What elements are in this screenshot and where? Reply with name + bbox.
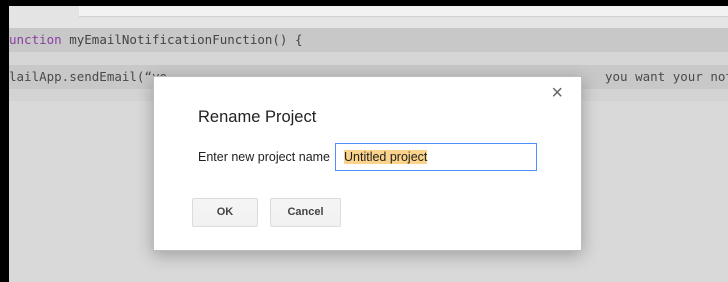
script-editor-window: unction myEmailNotificationFunction() { … [9, 6, 728, 282]
code-keyword: unction [9, 32, 62, 47]
close-icon[interactable]: × [551, 83, 563, 103]
ok-button[interactable]: OK [192, 198, 258, 227]
project-name-label: Enter new project name [198, 150, 331, 164]
dialog-title: Rename Project [198, 108, 317, 126]
project-name-value: Untitled project [344, 150, 428, 164]
code-line-1[interactable]: unction myEmailNotificationFunction() { [9, 28, 728, 52]
cancel-button[interactable]: Cancel [270, 198, 341, 227]
editor-toolbar [9, 6, 728, 28]
rename-project-dialog: × Rename Project Enter new project name … [153, 76, 582, 251]
code-statement: lailApp.sendEmail(“yo [9, 69, 168, 84]
code-function-signature: myEmailNotificationFunction() { [61, 32, 303, 47]
editor-toolbar-strip [79, 6, 728, 17]
code-statement-tail: you want your notifica [605, 69, 728, 84]
project-name-input[interactable]: Untitled project [335, 143, 537, 171]
